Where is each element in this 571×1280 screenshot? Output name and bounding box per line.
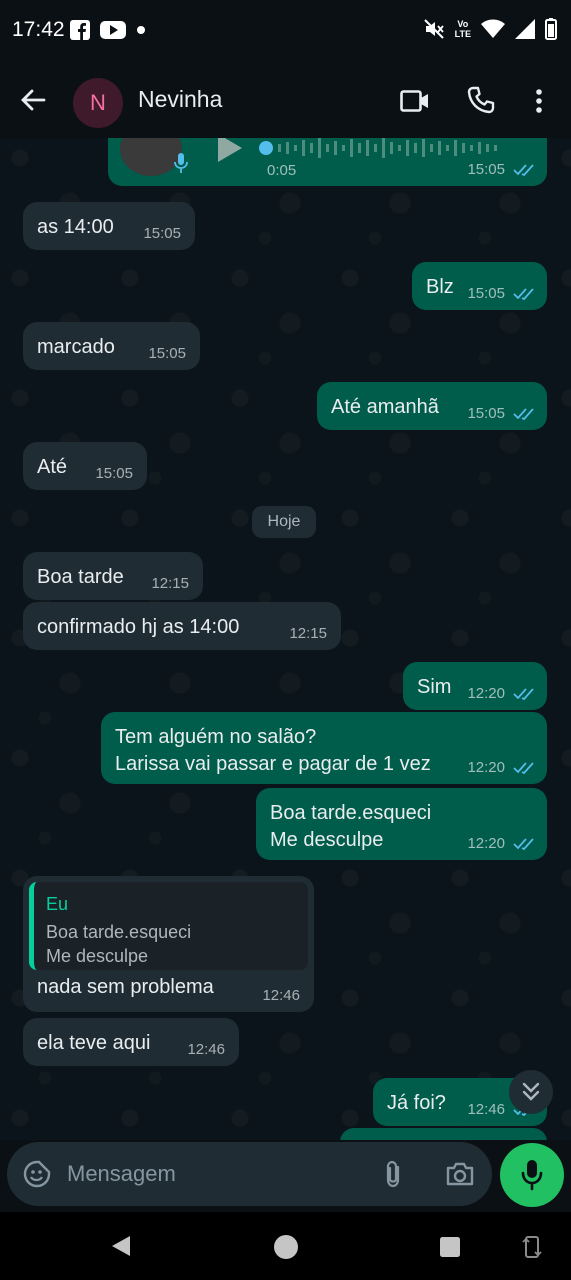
message-text: Tem alguém no salão? Larissa vai passar … bbox=[115, 726, 431, 775]
message-time: 12:20 bbox=[467, 835, 505, 852]
voice-message[interactable]: 0:05 15:05 bbox=[108, 138, 547, 186]
mic-small-icon bbox=[174, 153, 188, 173]
waveform[interactable] bbox=[256, 138, 531, 158]
signal-icon bbox=[515, 19, 535, 39]
message-bubble-outgoing[interactable]: Boa tarde.esqueci Me desculpe 12:20 bbox=[256, 788, 547, 860]
message-bubble-outgoing[interactable]: Até amanhã 15:05 bbox=[317, 382, 547, 430]
status-bar: 17:42 Vo LTE bbox=[0, 0, 571, 62]
quoted-author: Eu bbox=[46, 894, 69, 914]
microphone-icon bbox=[521, 1160, 543, 1191]
message-text: ela teve aqui bbox=[37, 1032, 151, 1054]
message-time: 12:20 bbox=[467, 759, 505, 776]
scroll-to-bottom-button[interactable] bbox=[509, 1070, 553, 1114]
back-arrow-icon[interactable] bbox=[20, 88, 46, 112]
message-text: nada sem problema bbox=[37, 976, 214, 998]
status-time: 17:42 bbox=[12, 18, 65, 41]
battery-icon bbox=[545, 18, 557, 40]
read-receipt-icon bbox=[513, 164, 534, 177]
message-time: 15:05 bbox=[143, 225, 181, 242]
wifi-icon bbox=[481, 19, 505, 38]
message-bubble-outgoing-partial[interactable] bbox=[340, 1128, 547, 1140]
message-time: 15:05 bbox=[467, 405, 505, 422]
message-bubble-outgoing[interactable]: Blz 15:05 bbox=[412, 262, 547, 310]
more-options-icon[interactable] bbox=[535, 88, 543, 114]
volte-icon: Vo LTE bbox=[455, 19, 471, 39]
system-nav-bar bbox=[0, 1212, 571, 1280]
message-input-bar[interactable]: Mensagem bbox=[7, 1142, 492, 1206]
double-chevron-down-icon bbox=[522, 1082, 540, 1101]
rotate-icon[interactable] bbox=[522, 1234, 542, 1260]
voice-call-icon[interactable] bbox=[467, 86, 495, 114]
volte-label-bottom: LTE bbox=[454, 29, 471, 39]
message-time: 12:15 bbox=[289, 625, 327, 642]
message-bubble-incoming[interactable]: confirmado hj as 14:00 12:15 bbox=[23, 602, 341, 650]
quoted-message[interactable]: Eu Boa tarde.esqueci Me desculpe bbox=[29, 882, 308, 970]
emoji-sticker-icon[interactable] bbox=[23, 1160, 51, 1188]
message-time: 12:46 bbox=[187, 1041, 225, 1058]
message-text: Até amanhã bbox=[331, 396, 439, 418]
home-nav-icon[interactable] bbox=[273, 1234, 299, 1260]
voice-duration: 0:05 bbox=[267, 162, 297, 179]
volte-label-top: Vo bbox=[457, 19, 469, 29]
date-divider: Hoje bbox=[252, 506, 316, 538]
read-receipt-icon bbox=[513, 408, 534, 421]
message-text: Blz bbox=[426, 276, 454, 298]
camera-icon[interactable] bbox=[445, 1161, 475, 1187]
avatar[interactable]: N bbox=[73, 78, 123, 128]
message-bubble-incoming[interactable]: Boa tarde 12:15 bbox=[23, 552, 203, 600]
chat-header: N Nevinha bbox=[0, 62, 571, 138]
voice-record-button[interactable] bbox=[500, 1143, 564, 1207]
play-icon[interactable] bbox=[214, 138, 244, 162]
read-receipt-icon bbox=[513, 688, 534, 701]
message-time: 15:05 bbox=[467, 285, 505, 302]
message-text: marcado bbox=[37, 336, 115, 358]
message-text: Boa tarde bbox=[37, 566, 124, 588]
message-time: 15:05 bbox=[467, 161, 505, 178]
attach-icon[interactable] bbox=[383, 1159, 403, 1189]
chat-area[interactable]: 0:05 15:05 as 14:00 15:05 Blz 15:05 marc… bbox=[0, 138, 571, 1140]
voice-sender-photo bbox=[120, 138, 182, 176]
message-bubble-incoming[interactable]: as 14:00 15:05 bbox=[23, 202, 195, 250]
message-bubble-outgoing[interactable]: Tem alguém no salão? Larissa vai passar … bbox=[101, 712, 547, 784]
read-receipt-icon bbox=[513, 838, 534, 851]
message-bubble-incoming[interactable]: ela teve aqui 12:46 bbox=[23, 1018, 239, 1066]
youtube-icon bbox=[100, 21, 126, 39]
notification-dot-icon bbox=[137, 26, 145, 34]
video-call-icon[interactable] bbox=[400, 90, 430, 112]
recents-nav-icon[interactable] bbox=[439, 1236, 461, 1258]
message-time: 15:05 bbox=[148, 345, 186, 362]
message-bubble-outgoing[interactable]: Sim 12:20 bbox=[403, 662, 547, 710]
message-input[interactable]: Mensagem bbox=[67, 1161, 176, 1187]
read-receipt-icon bbox=[513, 762, 534, 775]
message-bubble-incoming[interactable]: marcado 15:05 bbox=[23, 322, 200, 370]
message-bubble-incoming[interactable]: Até 15:05 bbox=[23, 442, 147, 490]
message-time: 15:05 bbox=[95, 465, 133, 482]
message-time: 12:46 bbox=[467, 1101, 505, 1118]
facebook-icon bbox=[70, 20, 90, 40]
message-text: as 14:00 bbox=[37, 216, 114, 238]
message-text: confirmado hj as 14:00 bbox=[37, 616, 240, 638]
message-text: Boa tarde.esqueci Me desculpe bbox=[270, 802, 432, 851]
message-text: Já foi? bbox=[387, 1092, 446, 1114]
message-bubble-incoming-reply[interactable]: Eu Boa tarde.esqueci Me desculpe nada se… bbox=[23, 876, 314, 1012]
message-time: 12:20 bbox=[467, 685, 505, 702]
contact-name[interactable]: Nevinha bbox=[138, 86, 222, 113]
read-receipt-icon bbox=[513, 288, 534, 301]
message-text: Sim bbox=[417, 676, 452, 698]
message-time: 12:46 bbox=[262, 987, 300, 1004]
message-time: 12:15 bbox=[151, 575, 189, 592]
back-nav-icon[interactable] bbox=[110, 1234, 132, 1258]
message-text: Até bbox=[37, 456, 68, 478]
quoted-text: Boa tarde.esqueci Me desculpe bbox=[46, 922, 192, 966]
mute-icon bbox=[423, 19, 444, 39]
